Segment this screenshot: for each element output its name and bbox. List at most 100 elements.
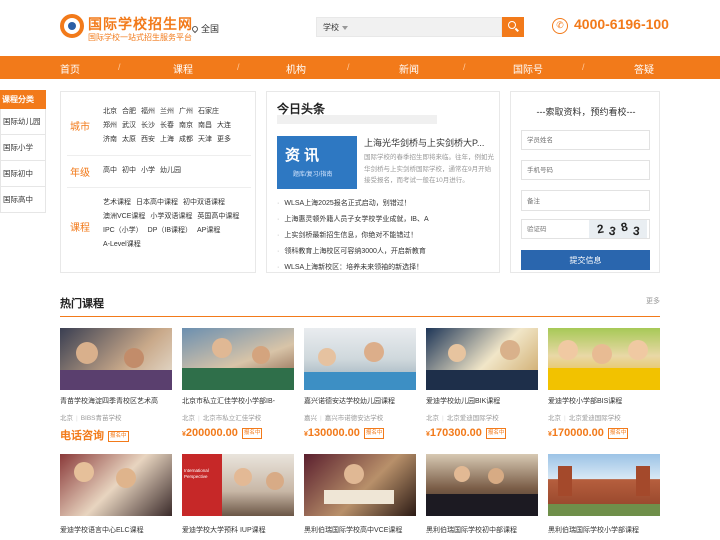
course-link[interactable]: 澳洲VCE课程 <box>103 213 145 220</box>
course-link[interactable]: A-Level课程 <box>103 241 141 248</box>
city-link[interactable]: 济南 <box>103 136 117 143</box>
news-list-item[interactable]: WLSA上海新校区：培养未来领袖的新选择！ <box>277 260 497 276</box>
sidebar-item-middle[interactable]: 国际初中 <box>0 161 46 187</box>
course-school: 北京爱迪国际学校 <box>568 415 621 422</box>
hot-courses-more-link[interactable]: 更多 <box>646 296 660 306</box>
grade-link[interactable]: 幼儿园 <box>160 167 181 174</box>
grade-link[interactable]: 初中 <box>122 167 136 174</box>
sidebar-item-primary[interactable]: 国际小学 <box>0 135 46 161</box>
city-link[interactable]: 更多 <box>217 136 231 143</box>
student-name-field[interactable] <box>521 130 650 150</box>
course-card[interactable]: 黑利伯瑞国际学校高中VCE课程 <box>304 454 416 535</box>
course-link[interactable]: 小学双语课程 <box>150 213 192 220</box>
price-value: 170300.00 <box>429 427 482 439</box>
course-link[interactable]: IPC（小学） <box>103 227 143 234</box>
captcha-image[interactable]: 2 3 8 3 <box>589 220 647 238</box>
city-link[interactable]: 长春 <box>160 122 174 129</box>
meta-separator: | <box>76 415 78 422</box>
course-meta: 北京 | 北京爱迪国际学校 <box>548 412 660 422</box>
nav-courses[interactable]: 课程 <box>173 61 193 76</box>
course-links: 艺术课程 日本高中课程 初中双语课程 澳洲VCE课程 小学双语课程 英国高中课程 IPC… <box>103 196 253 252</box>
news-thumbnail[interactable]: 资讯 题库/复习/指南 <box>277 136 357 189</box>
course-name: 爱迪学校幼儿园BIK课程 <box>426 398 501 405</box>
note-field[interactable] <box>521 190 650 211</box>
course-link[interactable]: 艺术课程 <box>103 199 131 206</box>
location-selector[interactable]: 全国 <box>190 22 219 35</box>
news-list-item[interactable]: WLSA上海2025报名正式启动，别错过！ <box>277 196 497 212</box>
enrolling-tag: 报名中 <box>607 428 629 439</box>
nav-qa[interactable]: 答疑 <box>634 61 654 76</box>
grade-link[interactable]: 高中 <box>103 167 117 174</box>
city-link[interactable]: 南京 <box>179 122 193 129</box>
course-card[interactable]: 青苗学校海淀四季青校区艺术高 北京 | BIBS青苗学校 电话咨询 报名中 <box>60 328 172 443</box>
course-name: 青苗学校海淀四季青校区艺术高 <box>60 398 158 405</box>
course-name: 爱迪学校大学预科 IUP课程 <box>182 527 266 534</box>
captcha-char: 3 <box>607 223 617 238</box>
course-card[interactable]: 黑利伯瑞国际学校小学部课程 <box>548 454 660 535</box>
course-card[interactable]: 黑利伯瑞国际学校初中部课程 <box>426 454 538 535</box>
news-list-item[interactable]: 领科教育上海校区可容纳3000人，开启新教育 <box>277 244 497 260</box>
city-link[interactable]: 石家庄 <box>198 108 219 115</box>
course-link[interactable]: AP课程 <box>197 227 220 234</box>
city-link[interactable]: 合肥 <box>122 108 136 115</box>
city-link[interactable]: 大连 <box>217 122 231 129</box>
city-link[interactable]: 上海 <box>160 136 174 143</box>
course-city: 北京 <box>426 415 439 422</box>
course-photo: International Perspective <box>182 454 294 516</box>
location-pin-icon <box>190 24 200 34</box>
submit-button[interactable]: 提交信息 <box>521 250 650 270</box>
phone-field[interactable] <box>521 160 650 180</box>
city-link[interactable]: 太原 <box>122 136 136 143</box>
grade-link[interactable]: 小学 <box>141 167 155 174</box>
course-card[interactable]: 爱迪学校小学部BIS课程 北京 | 北京爱迪国际学校 ¥170000.00 报名中 <box>548 328 660 439</box>
city-link[interactable]: 郑州 <box>103 122 117 129</box>
meta-separator: | <box>564 415 566 422</box>
hot-courses-divider <box>60 316 660 317</box>
filter-panel: 城市 北京 合肥 福州 兰州 广州 石家庄 郑州 武汉 长沙 长春 南京 南昌 大连 济南 太原 西安 上海… <box>60 91 256 273</box>
course-link[interactable]: DP（IB课程） <box>148 227 192 234</box>
nav-institutions[interactable]: 机构 <box>286 61 306 76</box>
city-link[interactable]: 成都 <box>179 136 193 143</box>
city-link[interactable]: 西安 <box>141 136 155 143</box>
news-list-item[interactable]: 上实剑桥最新招生信息，你绝对不能错过！ <box>277 228 497 244</box>
course-card[interactable]: 爱迪学校幼儿园BIK课程 北京 | 北京爱迪国际学校 ¥170300.00 报名中 <box>426 328 538 439</box>
news-headline[interactable]: 上海光华剑桥与上实剑桥大P... <box>364 136 494 149</box>
course-photo <box>60 454 172 516</box>
course-city: 北京 <box>548 415 561 422</box>
course-photo <box>426 454 538 516</box>
city-link[interactable]: 兰州 <box>160 108 174 115</box>
course-city: 北京 <box>60 415 73 422</box>
course-card[interactable]: International Perspective 爱迪学校大学预科 IUP课程 <box>182 454 294 535</box>
search-input[interactable] <box>353 20 493 34</box>
city-link[interactable]: 广州 <box>179 108 193 115</box>
poster-text: International Perspective <box>184 468 209 479</box>
divider <box>67 155 251 156</box>
news-list-item[interactable]: 上海惠灵顿外籍人员子女学校学业成就，IB、A <box>277 212 497 228</box>
nav-home[interactable]: 首页 <box>60 61 80 76</box>
enrolling-tag: 报名中 <box>363 428 385 439</box>
course-link-row: IPC（小学） DP（IB课程） AP课程 <box>103 224 253 238</box>
course-price: ¥170000.00 报名中 <box>548 427 660 439</box>
search-type-select[interactable]: 学校 <box>323 22 348 33</box>
course-card[interactable]: 嘉兴诺德安达学校幼儿园课程 嘉兴 | 嘉兴市诺德安达学校 ¥130000.00 报名中 <box>304 328 416 439</box>
sidebar-item-kindergarten[interactable]: 国际幼儿园 <box>0 109 46 135</box>
site-logo[interactable]: 国际学校招生网 国际学校一站式招生服务平台 <box>60 14 192 44</box>
course-link[interactable]: 日本高中课程 <box>136 199 178 206</box>
nav-international[interactable]: 国际号 <box>513 61 543 76</box>
sidebar-item-high[interactable]: 国际高中 <box>0 187 46 213</box>
course-card[interactable]: 北京市私立汇佳学校小学部IB- 北京 | 北京市私立汇佳学校 ¥200000.00 报… <box>182 328 294 439</box>
city-link[interactable]: 南昌 <box>198 122 212 129</box>
course-link[interactable]: 英国高中课程 <box>197 213 239 220</box>
city-link[interactable]: 天津 <box>198 136 212 143</box>
city-link[interactable]: 武汉 <box>122 122 136 129</box>
course-meta: 北京 | 北京市私立汇佳学校 <box>182 412 294 422</box>
course-link[interactable]: 初中双语课程 <box>183 199 225 206</box>
hotline-number: 4000-6196-100 <box>574 16 669 32</box>
city-link[interactable]: 北京 <box>103 108 117 115</box>
city-link[interactable]: 福州 <box>141 108 155 115</box>
nav-news[interactable]: 新闻 <box>399 61 419 76</box>
course-card[interactable]: 爱迪学校语言中心ELC课程 <box>60 454 172 535</box>
city-link[interactable]: 长沙 <box>141 122 155 129</box>
visit-request-form: ---索取资料，预约看校--- 2 3 8 3 提交信息 <box>510 91 660 273</box>
search-button[interactable] <box>502 17 524 37</box>
